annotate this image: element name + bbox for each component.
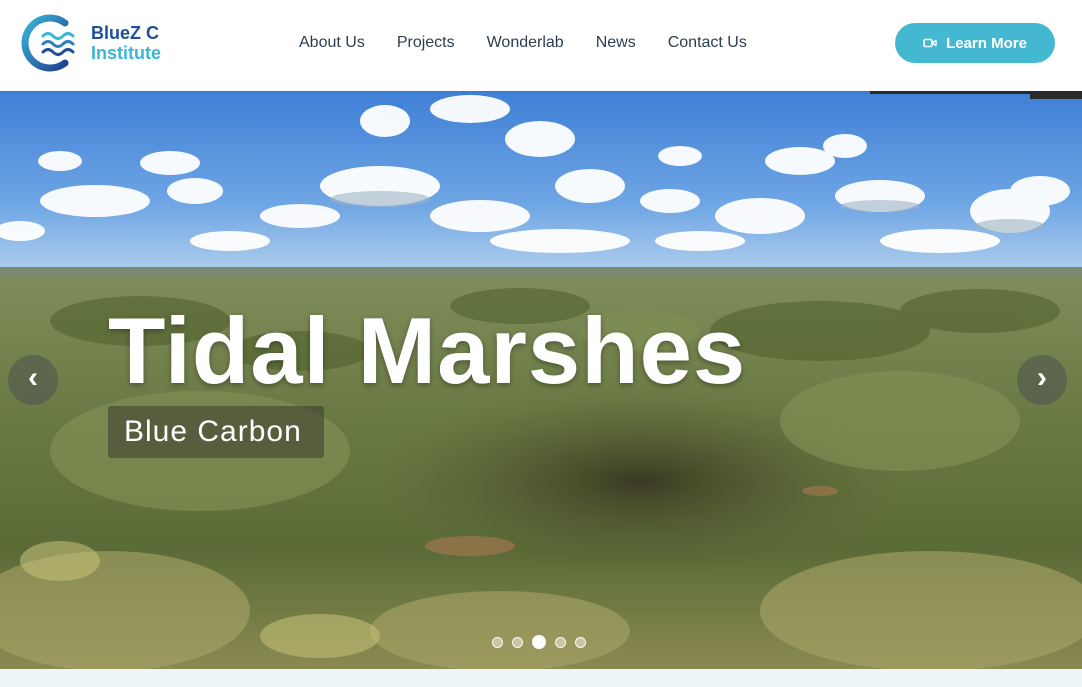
nav-item-projects[interactable]: Projects	[397, 33, 455, 55]
logo-line-2: Institute	[91, 43, 161, 63]
page-bottom-strip	[0, 669, 1082, 687]
carousel-dot-5[interactable]	[575, 636, 586, 648]
nav-item-about-us[interactable]: About Us	[299, 33, 365, 55]
hero-subtitle-box: Blue Carbon	[108, 406, 324, 458]
logo-line-1: BlueZ C	[91, 23, 160, 43]
site-header: BlueZ C Institute About Us Projects Wond…	[0, 0, 1082, 91]
carousel-dots	[492, 635, 595, 649]
nav-item-wonderlab[interactable]: Wonderlab	[487, 33, 564, 55]
carousel-dot-2[interactable]	[512, 636, 523, 648]
carousel-dot-1[interactable]	[492, 636, 503, 648]
learn-more-label: Learn More	[946, 34, 1027, 52]
hero-subtitle: Blue Carbon	[124, 415, 302, 448]
video-camera-icon	[923, 38, 937, 48]
carousel-prev-button[interactable]: ‹	[8, 355, 58, 405]
logo-mark-icon	[21, 14, 75, 72]
nav-item-contact-us[interactable]: Contact Us	[668, 33, 747, 55]
hero-carousel: Tidal Marshes Blue Carbon ‹ ›	[0, 91, 1082, 669]
site-logo[interactable]: BlueZ C Institute	[19, 14, 189, 72]
carousel-dot-4[interactable]	[555, 636, 566, 648]
nav-item-news[interactable]: News	[596, 33, 636, 55]
logo-text: BlueZ C Institute	[91, 23, 161, 63]
learn-more-button[interactable]: Learn More	[895, 23, 1055, 63]
carousel-next-button[interactable]: ›	[1017, 355, 1067, 405]
main-nav: About Us Projects Wonderlab News Contact…	[299, 33, 779, 55]
hero-title: Tidal Marshes	[108, 298, 747, 403]
carousel-dot-3[interactable]	[532, 635, 546, 649]
